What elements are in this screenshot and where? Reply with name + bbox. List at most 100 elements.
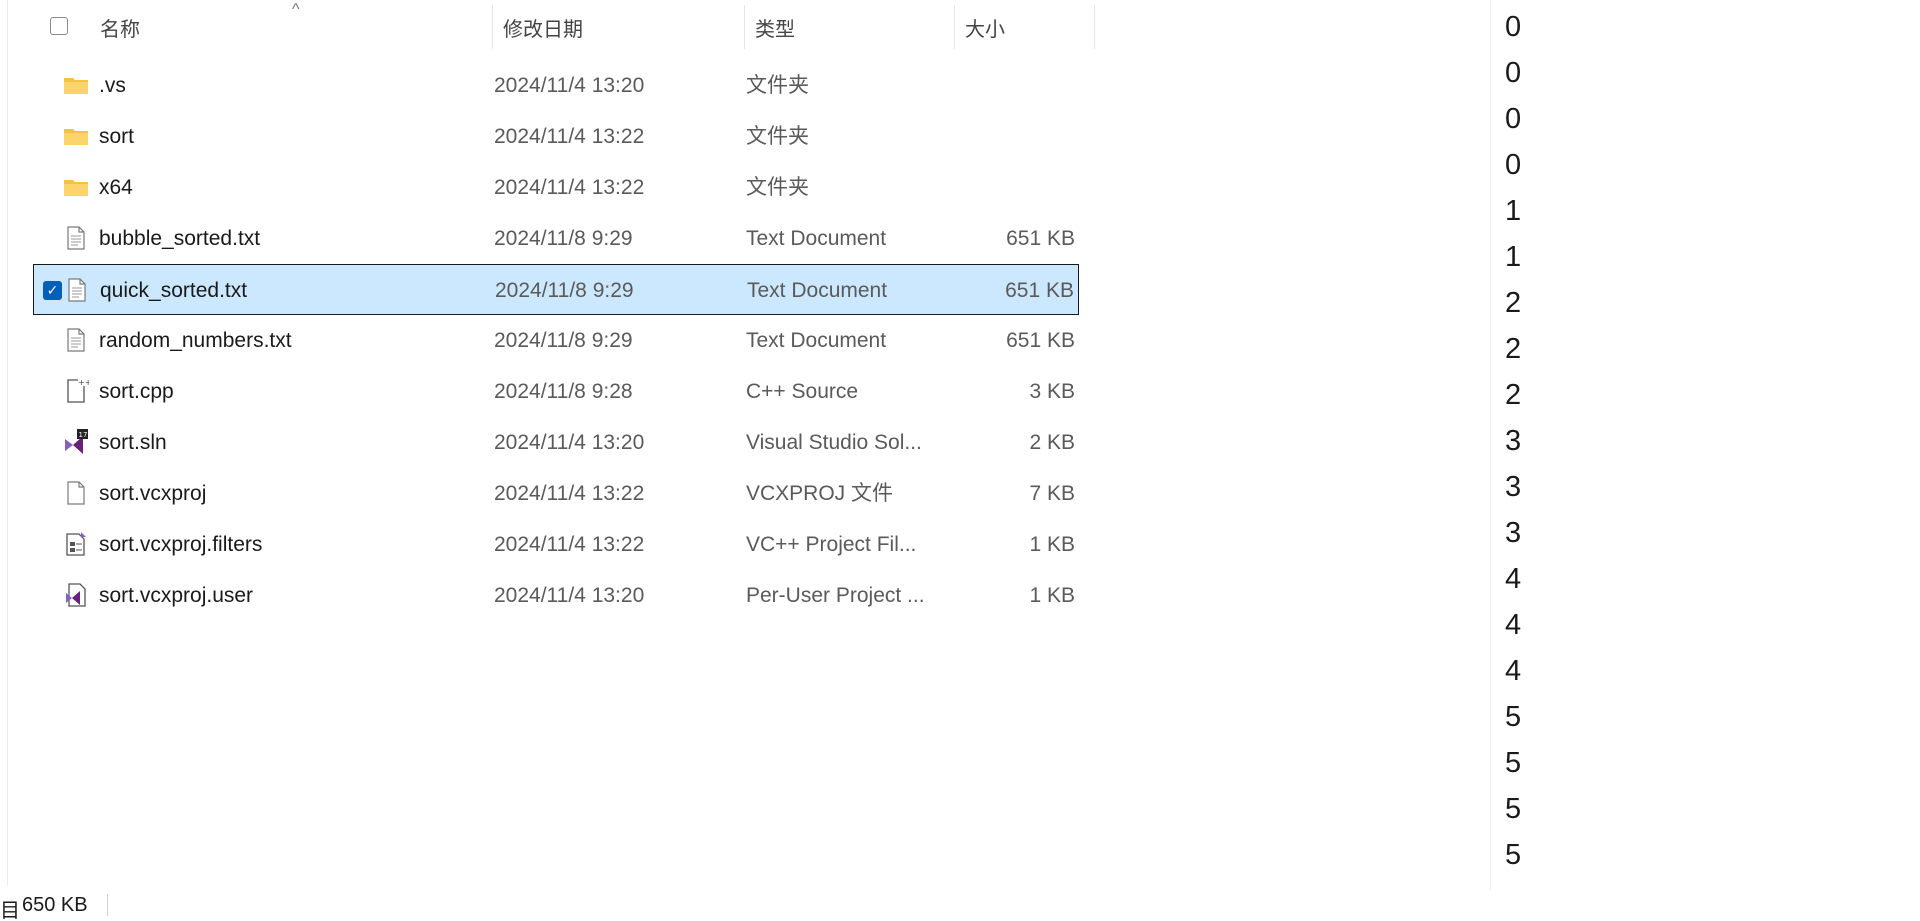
file-row[interactable]: 17 sort.sln 2024/11/4 13:20 Visual Studio S… [33,417,1079,468]
column-header-size[interactable]: 大小 [955,5,1095,49]
file-name: sort [99,125,135,148]
file-row[interactable]: random_numbers.txt 2024/11/8 9:29 Text Doc… [33,315,1079,366]
file-type: Visual Studio Sol... [746,431,922,454]
file-name: sort.sln [99,431,167,454]
number-line: 1 [1505,195,1522,227]
file-date-modified: 2024/11/4 13:20 [494,74,645,97]
svg-text:17: 17 [79,431,88,439]
file-type: 文件夹 [746,176,809,199]
number-line: 2 [1505,333,1522,365]
column-header-size-label: 大小 [965,18,1005,41]
number-line: 3 [1505,425,1522,457]
select-all-checkbox[interactable] [50,17,68,35]
number-line: 4 [1505,609,1522,641]
column-header-type-label: 类型 [755,18,795,41]
file-type: VC++ Project Fil... [746,533,917,556]
file-row[interactable]: bubble_sorted.txt 2024/11/8 9:29 Text Docu… [33,213,1079,264]
cpp-file-icon: ++ [63,378,91,404]
file-name: .vs [99,74,126,97]
file-type: Text Document [747,279,888,302]
file-type: C++ Source [746,380,859,403]
file-size: 7 KB [1029,482,1075,505]
row-checkbox-checked[interactable]: ✓ [43,281,62,300]
file-name: sort.vcxproj [99,482,207,505]
folder-icon [63,123,89,149]
file-size: 3 KB [1029,380,1075,403]
file-type: 文件夹 [746,125,809,148]
file-type: 文件夹 [746,74,809,97]
number-line: 3 [1505,517,1522,549]
file-size: 651 KB [1006,329,1075,352]
column-header-date-label: 修改日期 [503,18,583,41]
number-line: 5 [1505,839,1522,871]
column-header-name[interactable]: 名称 [90,5,493,49]
folder-icon [63,72,89,98]
file-date-modified: 2024/11/4 13:22 [494,176,645,199]
file-date-modified: 2024/11/8 9:29 [495,279,634,302]
file-name: x64 [99,176,133,199]
visual-studio-solution-icon: 17 [63,429,89,455]
status-selected-size: 650 KB [22,894,88,916]
status-separator [107,894,108,916]
pane-divider[interactable] [1490,0,1491,890]
file-type: VCXPROJ 文件 [746,482,894,505]
file-date-modified: 2024/11/8 9:29 [494,227,633,250]
text-viewer-pane: 0 0 0 0 1 1 2 2 2 3 3 3 4 4 4 5 5 5 5 [1492,0,1920,921]
visual-studio-user-icon [63,582,89,608]
status-item-count: 目 [0,900,20,921]
number-line: 5 [1505,701,1522,733]
file-date-modified: 2024/11/8 9:29 [494,329,633,352]
project-filters-icon [63,531,89,557]
number-line: 2 [1505,287,1522,319]
file-name: quick_sorted.txt [100,279,248,302]
number-line: 2 [1505,379,1522,411]
file-size: 651 KB [1006,227,1075,250]
file-name: sort.cpp [99,380,174,403]
pane-left-edge [7,0,8,886]
file-name: bubble_sorted.txt [99,227,261,250]
status-bar: 目 650 KB [0,886,1492,921]
file-explorer-pane: ^ 名称 修改日期 类型 大小 .vs 2024/11/4 13:20 文件夹 sor… [0,0,1492,921]
number-line: 5 [1505,793,1522,825]
text-file-icon [63,225,89,251]
file-date-modified: 2024/11/4 13:22 [494,125,645,148]
file-row[interactable]: sort.vcxproj 2024/11/4 13:22 VCXPROJ 文件 7 K… [33,468,1079,519]
file-size: 1 KB [1029,533,1075,556]
file-type: Text Document [746,329,887,352]
number-line: 4 [1505,563,1522,595]
number-line: 1 [1505,241,1522,273]
file-row[interactable]: ++ sort.cpp 2024/11/8 9:28 C++ Source 3 KB [33,366,1079,417]
file-date-modified: 2024/11/8 9:28 [494,380,633,403]
text-file-icon [64,277,90,303]
number-line: 5 [1505,747,1522,779]
file-date-modified: 2024/11/4 13:22 [494,533,645,556]
column-header: ^ 名称 修改日期 类型 大小 [30,1,1095,49]
column-header-date[interactable]: 修改日期 [493,5,745,49]
file-name: sort.vcxproj.user [99,584,254,607]
number-line: 4 [1505,655,1522,687]
screen: ^ 名称 修改日期 类型 大小 .vs 2024/11/4 13:20 文件夹 sor… [0,0,1920,921]
number-line: 3 [1505,471,1522,503]
file-name: random_numbers.txt [99,329,292,352]
file-size: 2 KB [1029,431,1075,454]
file-row[interactable]: x64 2024/11/4 13:22 文件夹 [33,162,1079,213]
number-line: 0 [1505,57,1522,89]
file-type: Per-User Project ... [746,584,925,607]
file-size: 1 KB [1029,584,1075,607]
file-date-modified: 2024/11/4 13:20 [494,584,645,607]
number-line: 0 [1505,11,1522,43]
file-row[interactable]: sort 2024/11/4 13:22 文件夹 [33,111,1079,162]
folder-icon [63,174,89,200]
file-type: Text Document [746,227,887,250]
column-header-type[interactable]: 类型 [745,5,955,49]
column-header-name-label: 名称 [100,18,140,41]
file-date-modified: 2024/11/4 13:20 [494,431,645,454]
blank-file-icon [63,480,89,506]
file-list: .vs 2024/11/4 13:20 文件夹 sort 2024/11/4 13:22… [33,60,1079,621]
file-row[interactable]: sort.vcxproj.filters 2024/11/4 13:22 VC++ … [33,519,1079,570]
file-row[interactable]: sort.vcxproj.user 2024/11/4 13:20 Per-User… [33,570,1079,621]
svg-text:++: ++ [78,378,89,387]
file-row[interactable]: .vs 2024/11/4 13:20 文件夹 [33,60,1079,111]
file-row[interactable]: ✓ quick_sorted.txt 2024/11/8 9:29 Text Docu… [33,264,1079,315]
file-name: sort.vcxproj.filters [99,533,263,556]
